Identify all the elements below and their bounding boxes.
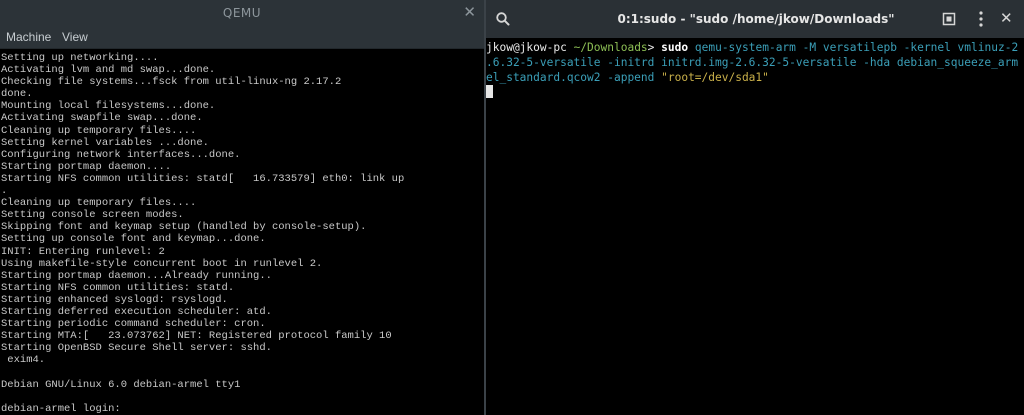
- terminal-output[interactable]: jkow@jkow-pc ~/Downloads> sudo qemu-syst…: [486, 38, 1024, 415]
- console-line: done.: [1, 88, 33, 101]
- console-line: Setting up networking....: [1, 52, 159, 64]
- prompt-path: ~/Downloads: [573, 41, 648, 54]
- command-args: .6.32-5-versatile -initrd initrd.img-2.6…: [486, 56, 1019, 69]
- console-line: Activating swapfile swap...done.: [1, 112, 203, 125]
- text-cursor: [486, 85, 493, 98]
- login-prompt[interactable]: debian-armel login:: [1, 403, 484, 415]
- new-tab-icon[interactable]: [941, 11, 957, 27]
- menu-view[interactable]: View: [62, 30, 88, 44]
- console-line: Starting portmap daemon....: [1, 160, 172, 173]
- console-line: Starting periodic command scheduler: cro…: [1, 318, 266, 331]
- command-name: sudo: [661, 41, 689, 54]
- search-icon[interactable]: [494, 10, 512, 28]
- console-line: INIT: Entering runlevel: 2: [1, 245, 165, 258]
- terminal-line: jkow@jkow-pc ~/Downloads> sudo qemu-syst…: [486, 40, 1024, 55]
- console-line: Cleaning up temporary files....: [1, 197, 197, 210]
- terminal-title: 0:1:sudo - "sudo /home/jkow/Downloads": [617, 12, 895, 26]
- console-line: Setting console screen modes.: [1, 209, 184, 222]
- console-line: Skipping font and keymap setup (handled …: [1, 221, 367, 234]
- console-line: Starting deferred execution scheduler: a…: [1, 305, 272, 318]
- console-line: Cleaning up temporary files....: [1, 124, 197, 137]
- console-line: Starting enhanced syslogd: rsyslogd.: [1, 293, 228, 306]
- console-line: Starting portmap daemon...Already runnin…: [1, 269, 272, 282]
- console-line: Checking file systems...fsck from util-l…: [1, 76, 342, 89]
- menu-machine[interactable]: Machine: [6, 30, 51, 44]
- console-line: Setting up console font and keymap...don…: [1, 233, 266, 246]
- console-line: Starting OpenBSD Secure Shell server: ss…: [1, 342, 272, 355]
- console-line: Configuring network interfaces...done.: [1, 148, 241, 161]
- terminal-window: 0:1:sudo - "sudo /home/jkow/Downloads" ✕…: [486, 0, 1024, 415]
- console-line: exim4.: [1, 354, 46, 367]
- console-line: Starting NFS common utilities: statd[ 16…: [1, 172, 405, 185]
- console-line: Debian GNU/Linux 6.0 debian-armel tty1: [1, 378, 241, 391]
- terminal-headerbar: 0:1:sudo - "sudo /home/jkow/Downloads" ✕: [486, 0, 1024, 38]
- console-line: Starting NFS common utilities: statd.: [1, 281, 235, 294]
- command-args: qemu-system-arm -M versatilepb -kernel v…: [694, 41, 1019, 54]
- qemu-window: QEMU ✕ Machine View Setting up networkin…: [0, 0, 484, 415]
- console-line: .: [1, 185, 8, 198]
- close-icon[interactable]: ✕: [463, 3, 476, 21]
- console-line: Using makefile-style concurrent boot in …: [1, 257, 323, 270]
- qemu-titlebar: QEMU ✕: [0, 0, 484, 26]
- console-line: Mounting local filesystems...done.: [1, 100, 216, 113]
- terminal-line: el_standard.qcow2 -append "root=/dev/sda…: [486, 70, 1024, 85]
- terminal-line: .6.32-5-versatile -initrd initrd.img-2.6…: [486, 55, 1024, 70]
- qemu-window-title: QEMU: [222, 6, 262, 20]
- command-string-arg: "root=/dev/sda1": [661, 71, 769, 84]
- close-icon[interactable]: ✕: [1000, 8, 1013, 28]
- prompt-user: jkow@jkow-pc: [486, 41, 567, 54]
- command-args: el_standard.qcow2 -append: [486, 71, 662, 84]
- kebab-menu-icon[interactable]: [976, 10, 986, 28]
- terminal-line: [486, 85, 1024, 100]
- prompt-symbol: >: [647, 41, 655, 54]
- console-line: Starting MTA:[ 23.073762] NET: Registere…: [1, 330, 392, 343]
- console-line: Setting kernel variables ...done.: [1, 136, 209, 149]
- qemu-menubar: Machine View: [0, 26, 484, 49]
- qemu-console-output[interactable]: Setting up networking.... Activating lvm…: [0, 50, 484, 415]
- console-line: Activating lvm and md swap...done.: [1, 64, 216, 77]
